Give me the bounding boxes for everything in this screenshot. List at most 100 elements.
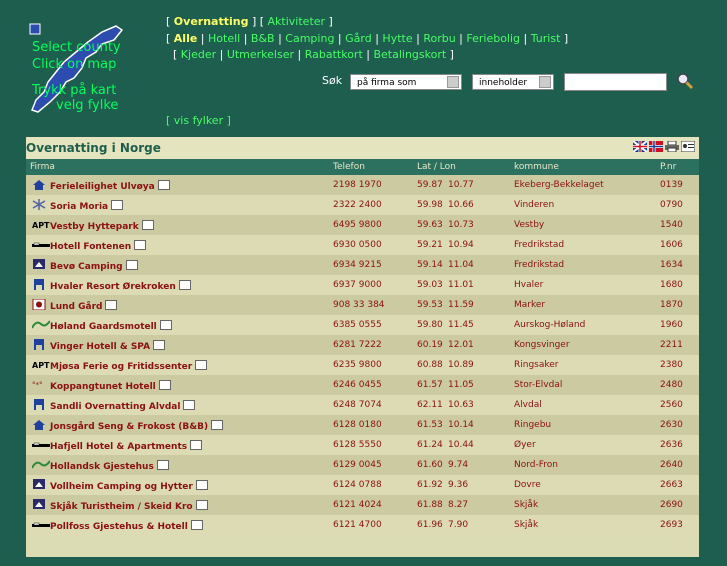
info-note-icon[interactable]: [125, 260, 138, 270]
firma-name-link[interactable]: Vinger Hotell & SPA: [50, 340, 166, 352]
uk-flag-icon[interactable]: [633, 141, 647, 152]
nav-utmerkelser-link[interactable]: Utmerkelser: [227, 48, 294, 61]
kommune-cell[interactable]: Fredrikstad: [514, 260, 564, 270]
kommune-cell[interactable]: Marker: [514, 300, 545, 310]
firma-name-link[interactable]: Pollfoss Gjestehus & Hotell: [50, 520, 203, 532]
search-match-select[interactable]: inneholder: [472, 74, 554, 90]
firma-name-link[interactable]: Skjåk Turistheim / Skeid Kro: [50, 500, 208, 512]
kommune-cell[interactable]: Aurskog-Høland: [514, 320, 585, 330]
kommune-cell[interactable]: Øyer: [514, 440, 536, 450]
nav-camping-link[interactable]: Camping: [285, 32, 334, 45]
nav-hotell-link[interactable]: Hotell: [208, 32, 240, 45]
firma-name-link[interactable]: Bevø Camping: [50, 260, 138, 272]
kommune-cell[interactable]: Alvdal: [514, 400, 542, 410]
info-note-icon[interactable]: [159, 320, 172, 330]
table-row[interactable]: Høland Gaardsmotell 6385 0555 59.80 11.45 Au…: [26, 315, 699, 335]
nav-feriebolig-link[interactable]: Feriebolig: [466, 32, 520, 45]
firma-name-link[interactable]: Høland Gaardsmotell: [50, 320, 172, 332]
table-row[interactable]: Hafjell Hotel & Apartments 6128 5550 61.24…: [26, 435, 699, 455]
nav-hytte-link[interactable]: Hytte: [382, 32, 412, 45]
table-row[interactable]: Sandli Overnatting Alvdal 6248 7074 62.11 1…: [26, 395, 699, 415]
firma-name-link[interactable]: Hafjell Hotel & Apartments: [50, 440, 203, 452]
kommune-cell[interactable]: Vestby: [514, 220, 544, 230]
norway-flag-icon[interactable]: [649, 141, 663, 152]
kommune-cell[interactable]: Stor-Elvdal: [514, 380, 562, 390]
info-note-icon[interactable]: [111, 200, 124, 210]
info-note-icon[interactable]: [195, 360, 208, 370]
info-note-icon[interactable]: [105, 300, 118, 310]
kommune-cell[interactable]: Skjåk: [514, 500, 538, 510]
table-row[interactable]: APT Mjøsa Ferie og Fritidssenter 6235 9800…: [26, 355, 699, 375]
table-row[interactable]: Ferieleilighet Ulvøya 2198 1970 59.87 10.77…: [26, 175, 699, 195]
col-telefon[interactable]: Telefon: [333, 162, 365, 172]
table-row[interactable]: Vinger Hotell & SPA 6281 7222 60.19 12.01 Ko…: [26, 335, 699, 355]
kommune-cell[interactable]: Ringebu: [514, 420, 551, 430]
kommune-cell[interactable]: Ekeberg-Bekkelaget: [514, 180, 604, 190]
kommune-cell[interactable]: Hvaler: [514, 280, 543, 290]
info-note-icon[interactable]: [178, 280, 191, 290]
nav-kjeder-link[interactable]: Kjeder: [181, 48, 216, 61]
norway-map[interactable]: Select county Click on map Trykk på kart…: [26, 22, 126, 117]
nav-rabattkort-link[interactable]: Rabattkort: [305, 48, 363, 61]
table-row[interactable]: Jonsgård Seng & Frokost (B&B) 6128 0180 61…: [26, 415, 699, 435]
firma-name-link[interactable]: Jonsgård Seng & Frokost (B&B): [50, 420, 224, 432]
table-row[interactable]: Hvaler Resort Ørekroken 6937 9000 59.03 11.…: [26, 275, 699, 295]
table-row[interactable]: Pollfoss Gjestehus & Hotell 6121 4700 61.9…: [26, 515, 699, 535]
kommune-cell[interactable]: Dovre: [514, 480, 541, 490]
kommune-cell[interactable]: Kongsvinger: [514, 340, 570, 350]
info-note-icon[interactable]: [211, 420, 224, 430]
firma-name-link[interactable]: Soria Moria: [50, 200, 124, 212]
info-note-icon[interactable]: [156, 460, 169, 470]
info-note-icon[interactable]: [153, 340, 166, 350]
info-note-icon[interactable]: [195, 500, 208, 510]
firma-name-link[interactable]: Hvaler Resort Ørekroken: [50, 280, 191, 292]
table-row[interactable]: Hotell Fontenen 6930 0500 59.21 10.94 Fredri…: [26, 235, 699, 255]
nav-gard-link[interactable]: Gård: [345, 32, 372, 45]
col-pnr[interactable]: P.nr: [660, 162, 676, 172]
search-button[interactable]: [676, 72, 694, 90]
kommune-cell[interactable]: Fredrikstad: [514, 240, 564, 250]
col-kommune[interactable]: kommune: [514, 162, 559, 172]
table-row[interactable]: °*° Koppangtunet Hotell 6246 0455 61.57 11.0…: [26, 375, 699, 395]
info-note-icon[interactable]: [158, 380, 171, 390]
firma-name-link[interactable]: Koppangtunet Hotell: [50, 380, 171, 392]
nav-overnatting-active[interactable]: Overnatting: [174, 15, 249, 28]
table-row[interactable]: Skjåk Turistheim / Skeid Kro 6121 4024 61.…: [26, 495, 699, 515]
nav-turist-link[interactable]: Turist: [531, 32, 561, 45]
table-row[interactable]: APT Vestby Hyttepark 6495 9800 59.63 10.73 Ve…: [26, 215, 699, 235]
nav-aktiviteter-link[interactable]: Aktiviteter: [268, 15, 326, 28]
search-input[interactable]: [564, 73, 667, 91]
info-note-icon[interactable]: [134, 240, 147, 250]
nav-rorbu-link[interactable]: Rorbu: [423, 32, 455, 45]
nav-betalingskort-link[interactable]: Betalingskort: [373, 48, 446, 61]
kommune-cell[interactable]: Vinderen: [514, 200, 554, 210]
firma-name-link[interactable]: Hollandsk Gjestehus: [50, 460, 169, 472]
firma-name-link[interactable]: Ferieleilighet Ulvøya: [50, 180, 170, 192]
firma-name-link[interactable]: Hotell Fontenen: [50, 240, 147, 252]
table-row[interactable]: Lund Gård 908 33 384 59.53 11.59 Marker 1870: [26, 295, 699, 315]
contact-icon[interactable]: [681, 141, 695, 152]
firma-name-link[interactable]: Vollheim Camping og Hytter: [50, 480, 208, 492]
table-row[interactable]: Soria Moria 2322 2400 59.98 10.66 Vinderen 07…: [26, 195, 699, 215]
table-row[interactable]: Hollandsk Gjestehus 6129 0045 61.60 9.74 Nor…: [26, 455, 699, 475]
firma-name-link[interactable]: Mjøsa Ferie og Fritidssenter: [50, 360, 208, 372]
col-latlon[interactable]: Lat / Lon: [417, 162, 456, 172]
kommune-cell[interactable]: Skjåk: [514, 520, 538, 530]
info-note-icon[interactable]: [190, 440, 203, 450]
nav-alle-active[interactable]: Alle: [174, 32, 198, 45]
info-note-icon[interactable]: [157, 180, 170, 190]
firma-name-link[interactable]: Sandli Overnatting Alvdal: [50, 400, 196, 412]
col-firma[interactable]: Firma: [30, 162, 55, 172]
kommune-cell[interactable]: Nord-Fron: [514, 460, 558, 470]
info-note-icon[interactable]: [190, 520, 203, 530]
vis-fylker-link[interactable]: [ vis fylker ]: [166, 114, 231, 127]
firma-name-link[interactable]: Vestby Hyttepark: [50, 220, 154, 232]
search-field-select[interactable]: på firma som: [350, 74, 462, 90]
info-note-icon[interactable]: [183, 400, 196, 410]
nav-bb-link[interactable]: B&B: [251, 32, 275, 45]
info-note-icon[interactable]: [195, 480, 208, 490]
table-row[interactable]: Bevø Camping 6934 9215 59.14 11.04 Fredrikst…: [26, 255, 699, 275]
kommune-cell[interactable]: Ringsaker: [514, 360, 559, 370]
table-row[interactable]: Vollheim Camping og Hytter 6124 0788 61.92…: [26, 475, 699, 495]
firma-name-link[interactable]: Lund Gård: [50, 300, 118, 312]
